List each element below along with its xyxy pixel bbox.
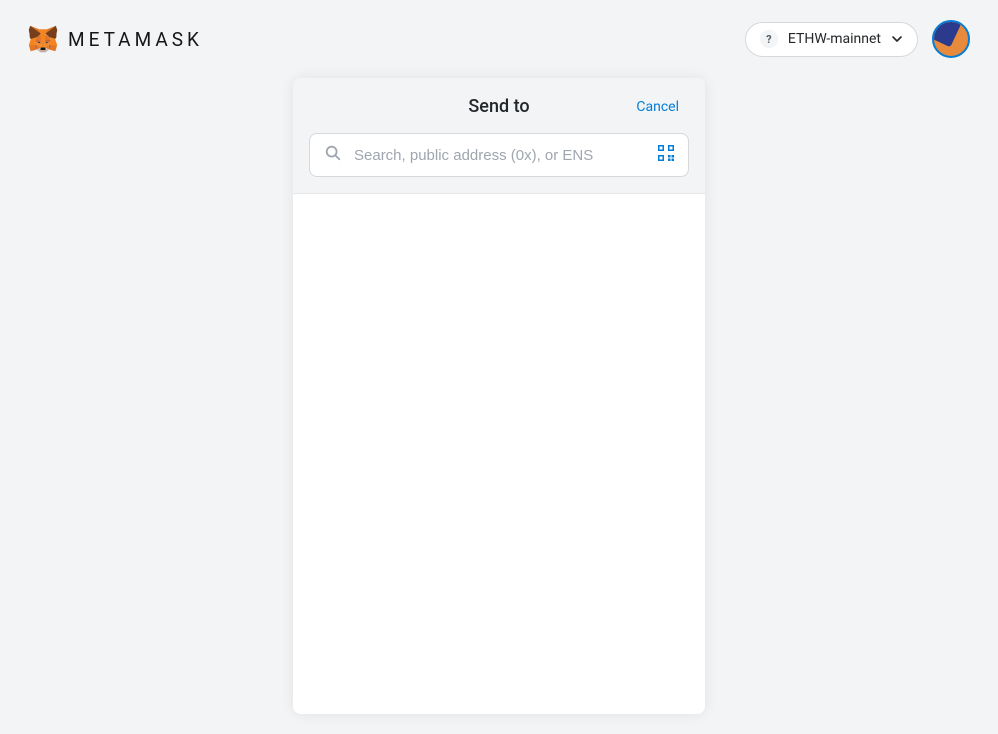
send-body	[293, 194, 705, 714]
network-status-icon: ?	[760, 30, 778, 48]
cancel-button[interactable]: Cancel	[636, 99, 679, 115]
search-icon	[324, 144, 342, 166]
chevron-down-icon	[891, 30, 903, 49]
brand-name: METAMASK	[68, 28, 203, 51]
metamask-fox-icon	[28, 24, 58, 54]
header-right: ? ETHW-mainnet	[745, 20, 970, 58]
send-panel: Send to Cancel	[293, 78, 705, 714]
logo-container: METAMASK	[28, 24, 203, 54]
network-selector[interactable]: ? ETHW-mainnet	[745, 22, 918, 57]
qr-scan-icon[interactable]	[658, 145, 674, 165]
network-name: ETHW-mainnet	[788, 31, 881, 47]
send-title-row: Send to Cancel	[309, 96, 689, 117]
account-avatar[interactable]	[932, 20, 970, 58]
app-header: METAMASK ? ETHW-mainnet	[0, 0, 998, 78]
address-input[interactable]	[354, 147, 646, 164]
address-search-box	[309, 133, 689, 177]
send-header: Send to Cancel	[293, 78, 705, 194]
main-content: Send to Cancel	[0, 78, 998, 714]
send-title: Send to	[468, 96, 529, 117]
